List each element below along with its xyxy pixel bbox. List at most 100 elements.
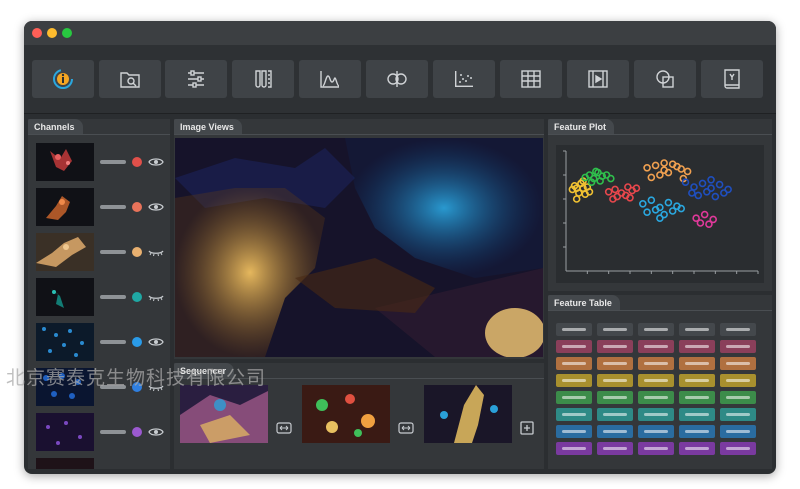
table-cell[interactable]: [720, 340, 756, 353]
feature-table[interactable]: [556, 323, 764, 463]
table-cell[interactable]: [720, 391, 756, 404]
channel-thumbnail[interactable]: [36, 233, 94, 271]
eye-open-icon[interactable]: [148, 155, 164, 169]
table-cell[interactable]: [638, 357, 674, 370]
channel-opacity-slider[interactable]: [100, 160, 126, 164]
eye-closed-icon[interactable]: [148, 245, 164, 259]
cell-placeholder-bar: [685, 430, 709, 433]
info-tool-button[interactable]: [32, 60, 94, 98]
channel-thumbnail[interactable]: [36, 413, 94, 451]
sequence-frame[interactable]: [180, 385, 268, 443]
table-cell[interactable]: [556, 374, 592, 387]
channel-row[interactable]: [36, 278, 168, 316]
sequence-frame[interactable]: [302, 385, 390, 443]
channel-color-swatch[interactable]: [132, 292, 142, 302]
image-viewport[interactable]: [175, 138, 543, 357]
table-cell[interactable]: [556, 408, 592, 421]
feature-scatter-plot[interactable]: [556, 145, 764, 283]
channel-opacity-slider[interactable]: [100, 295, 126, 299]
table-cell[interactable]: [597, 340, 633, 353]
table-cell[interactable]: [720, 408, 756, 421]
close-window-button[interactable]: [32, 28, 42, 38]
table-cell[interactable]: [638, 340, 674, 353]
table-cell[interactable]: [638, 391, 674, 404]
table-header-cell[interactable]: [597, 323, 633, 336]
channel-opacity-slider[interactable]: [100, 340, 126, 344]
table-cell[interactable]: [679, 408, 715, 421]
table-header-cell[interactable]: [556, 323, 592, 336]
table-cell[interactable]: [638, 425, 674, 438]
segmentation-tool-button[interactable]: [366, 60, 428, 98]
table-cell[interactable]: [679, 442, 715, 455]
channel-row[interactable]: [36, 188, 168, 226]
table-tool-button[interactable]: [500, 60, 562, 98]
table-cell[interactable]: [720, 374, 756, 387]
table-cell[interactable]: [638, 374, 674, 387]
channel-color-swatch[interactable]: [132, 202, 142, 212]
table-header-cell[interactable]: [679, 323, 715, 336]
maximize-window-button[interactable]: [62, 28, 72, 38]
cell-placeholder-bar: [685, 362, 709, 365]
eye-open-icon[interactable]: [148, 200, 164, 214]
link-icon[interactable]: [398, 421, 414, 435]
table-cell[interactable]: [679, 374, 715, 387]
table-header-cell[interactable]: [720, 323, 756, 336]
channel-row[interactable]: [36, 323, 168, 361]
channel-row[interactable]: [36, 413, 168, 451]
table-cell[interactable]: [597, 357, 633, 370]
channel-thumbnail[interactable]: [36, 143, 94, 181]
channel-thumbnail[interactable]: [36, 323, 94, 361]
table-cell[interactable]: [597, 442, 633, 455]
table-icon: [521, 70, 541, 88]
channel-thumbnail[interactable]: [36, 458, 94, 469]
table-cell[interactable]: [679, 425, 715, 438]
channel-thumbnail[interactable]: [36, 278, 94, 316]
channel-color-swatch[interactable]: [132, 427, 142, 437]
channel-color-swatch[interactable]: [132, 247, 142, 257]
markers-tool-button[interactable]: [232, 60, 294, 98]
table-cell[interactable]: [597, 374, 633, 387]
table-cell[interactable]: [720, 357, 756, 370]
table-cell[interactable]: [638, 442, 674, 455]
channel-thumbnail[interactable]: [36, 188, 94, 226]
table-cell[interactable]: [556, 357, 592, 370]
table-cell[interactable]: [720, 442, 756, 455]
link-icon[interactable]: [276, 421, 292, 435]
cell-placeholder-bar: [603, 447, 627, 450]
table-cell[interactable]: [597, 425, 633, 438]
eye-open-icon[interactable]: [148, 425, 164, 439]
scatter-tool-button[interactable]: [433, 60, 495, 98]
table-cell[interactable]: [679, 391, 715, 404]
table-cell[interactable]: [556, 340, 592, 353]
table-cell[interactable]: [597, 408, 633, 421]
overlay-tool-button[interactable]: [634, 60, 696, 98]
cell-placeholder-bar: [603, 345, 627, 348]
table-header-cell[interactable]: [638, 323, 674, 336]
eye-open-icon[interactable]: [148, 335, 164, 349]
tissue-image[interactable]: [175, 138, 543, 357]
table-cell[interactable]: [556, 442, 592, 455]
image-search-tool-button[interactable]: [99, 60, 161, 98]
channel-color-swatch[interactable]: [132, 157, 142, 167]
channel-opacity-slider[interactable]: [100, 250, 126, 254]
table-cell[interactable]: [597, 391, 633, 404]
histogram-tool-button[interactable]: [299, 60, 361, 98]
report-tool-button[interactable]: [701, 60, 763, 98]
sequence-tool-button[interactable]: [567, 60, 629, 98]
channel-color-swatch[interactable]: [132, 337, 142, 347]
eye-closed-icon[interactable]: [148, 290, 164, 304]
plus-square-icon[interactable]: [520, 421, 534, 435]
adjustments-tool-button[interactable]: [165, 60, 227, 98]
channel-row[interactable]: [36, 143, 168, 181]
table-cell[interactable]: [638, 408, 674, 421]
channel-row[interactable]: [36, 233, 168, 271]
table-cell[interactable]: [679, 357, 715, 370]
channel-opacity-slider[interactable]: [100, 430, 126, 434]
minimize-window-button[interactable]: [47, 28, 57, 38]
table-cell[interactable]: [556, 425, 592, 438]
channel-opacity-slider[interactable]: [100, 205, 126, 209]
table-cell[interactable]: [720, 425, 756, 438]
table-cell[interactable]: [679, 340, 715, 353]
table-cell[interactable]: [556, 391, 592, 404]
sequence-frame[interactable]: [424, 385, 512, 443]
